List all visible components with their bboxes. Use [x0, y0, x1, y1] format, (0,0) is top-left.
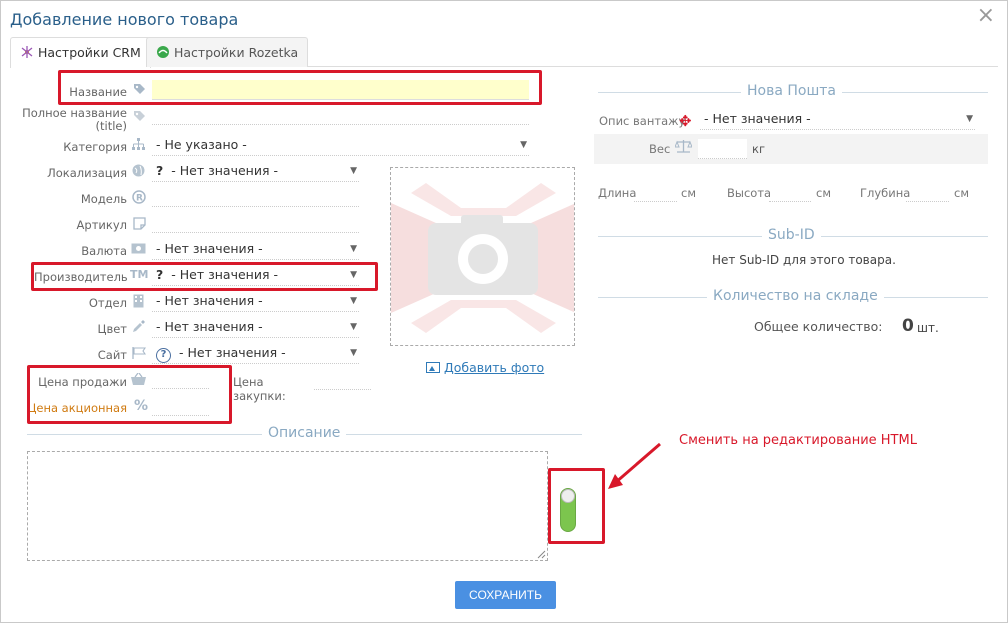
caret-down-icon: ▼ — [350, 322, 357, 332]
department-select[interactable]: - Нет значения - ▼ — [152, 292, 359, 312]
color-select[interactable]: - Нет значения - ▼ — [152, 318, 359, 338]
registered-icon: R — [132, 190, 146, 208]
photo-placeholder[interactable] — [390, 167, 575, 346]
article-label: Артикул — [76, 218, 127, 232]
highlight-box — [27, 365, 232, 424]
length-label: Длина — [598, 186, 637, 200]
annotation-text: Сменить на редактирование HTML — [679, 433, 917, 448]
fullname-input[interactable] — [152, 107, 529, 125]
caret-down-icon: ▼ — [350, 166, 357, 176]
site-select[interactable]: ? - Нет значения - ▼ — [152, 344, 359, 364]
article-input[interactable] — [152, 215, 359, 233]
length-input[interactable] — [634, 184, 677, 202]
stock-total-value: 0 — [902, 316, 914, 336]
department-value: - Нет значения - — [156, 293, 263, 308]
stock-title: Количество на складе — [707, 288, 884, 304]
fullname-label-sub: (title) — [95, 119, 127, 133]
depth-input[interactable] — [906, 184, 949, 202]
svg-text:R: R — [136, 194, 143, 204]
money-icon — [131, 243, 146, 258]
add-photo-link[interactable]: Добавить фото — [426, 360, 544, 375]
depth-label: Глубина — [860, 186, 911, 200]
tab-bar: Настройки CRM Настройки Rozetka — [10, 37, 998, 68]
crm-icon — [21, 46, 33, 58]
caret-down-icon: ▼ — [520, 140, 527, 150]
resize-handle-icon[interactable] — [536, 549, 546, 559]
cargo-select[interactable]: - Нет значения - ▼ — [700, 110, 975, 130]
note-icon — [133, 217, 146, 234]
tab-label: Настройки Rozetka — [174, 45, 299, 60]
depth-unit: см — [954, 186, 969, 200]
caret-down-icon: ▼ — [966, 114, 973, 124]
category-value: - Не указано - — [156, 137, 247, 152]
currency-value: - Нет значения - — [156, 241, 263, 256]
highlight-box — [31, 262, 378, 291]
category-label: Категория — [63, 140, 127, 154]
currency-select[interactable]: - Нет значения - ▼ — [152, 240, 359, 260]
globe-icon — [132, 164, 145, 181]
department-label: Отдел — [88, 296, 127, 310]
currency-label: Валюта — [81, 244, 127, 258]
weight-input[interactable] — [698, 139, 747, 159]
color-label: Цвет — [97, 322, 127, 336]
stock-unit: шт. — [917, 321, 939, 335]
localization-select[interactable]: ? - Нет значения - ▼ — [152, 162, 359, 182]
question-circle-icon: ? — [156, 348, 171, 363]
highlight-box — [58, 70, 542, 105]
length-unit: см — [681, 186, 696, 200]
image-icon — [426, 362, 440, 373]
stock-total-label: Общее количество: — [754, 319, 883, 334]
model-input[interactable] — [152, 189, 359, 207]
flag-icon — [132, 347, 147, 363]
color-value: - Нет значения - — [156, 319, 263, 334]
fullname-label: Полное название (title) — [21, 107, 127, 133]
weight-unit: кг — [752, 142, 765, 156]
move-icon: ✥ — [679, 112, 692, 130]
subid-title: Sub-ID — [762, 227, 821, 243]
tab-label: Настройки CRM — [38, 45, 141, 60]
close-icon[interactable]: × — [977, 5, 995, 27]
question-icon: ? — [156, 163, 164, 178]
subid-empty-text: Нет Sub-ID для этого товара. — [712, 253, 896, 267]
caret-down-icon: ▼ — [350, 296, 357, 306]
scale-icon — [674, 139, 693, 157]
model-label: Модель — [80, 192, 127, 206]
product-dialog: Добавление нового товара × Настройки CRM… — [0, 0, 1008, 623]
tag-icon — [133, 110, 146, 127]
add-photo-label: Добавить фото — [444, 360, 545, 375]
tab-rozetka-settings[interactable]: Настройки Rozetka — [146, 37, 309, 67]
height-input[interactable] — [769, 184, 811, 202]
localization-label: Локализация — [47, 166, 127, 180]
caret-down-icon: ▼ — [350, 244, 357, 254]
purchase-price-input[interactable] — [314, 372, 371, 390]
dialog-title: Добавление нового товара — [10, 10, 239, 29]
highlight-box — [548, 468, 605, 544]
site-label: Сайт — [97, 348, 127, 362]
weight-label: Вес — [649, 142, 671, 156]
description-title: Описание — [262, 425, 347, 441]
category-select[interactable]: - Не указано - ▼ — [152, 136, 529, 156]
cargo-value: - Нет значения - — [704, 111, 811, 126]
description-textarea[interactable] — [27, 451, 548, 561]
eyedropper-icon — [132, 320, 145, 337]
rozetka-icon — [157, 46, 169, 58]
height-unit: см — [816, 186, 831, 200]
tab-crm-settings[interactable]: Настройки CRM — [10, 37, 151, 68]
camera-icon — [391, 183, 574, 333]
height-label: Высота — [727, 186, 772, 200]
site-value: - Нет значения - — [179, 345, 286, 360]
save-button[interactable]: СОХРАНИТЬ — [455, 581, 556, 609]
arrow-icon — [608, 442, 661, 489]
sitemap-icon — [131, 138, 146, 155]
building-icon — [133, 294, 144, 312]
localization-value: - Нет значения - — [171, 163, 278, 178]
purchase-price-label: Цена закупки: — [233, 375, 286, 403]
cargo-label: Опис вантажу — [599, 114, 686, 128]
caret-down-icon: ▼ — [350, 348, 357, 358]
nova-poshta-title: Нова Пошта — [741, 83, 843, 99]
